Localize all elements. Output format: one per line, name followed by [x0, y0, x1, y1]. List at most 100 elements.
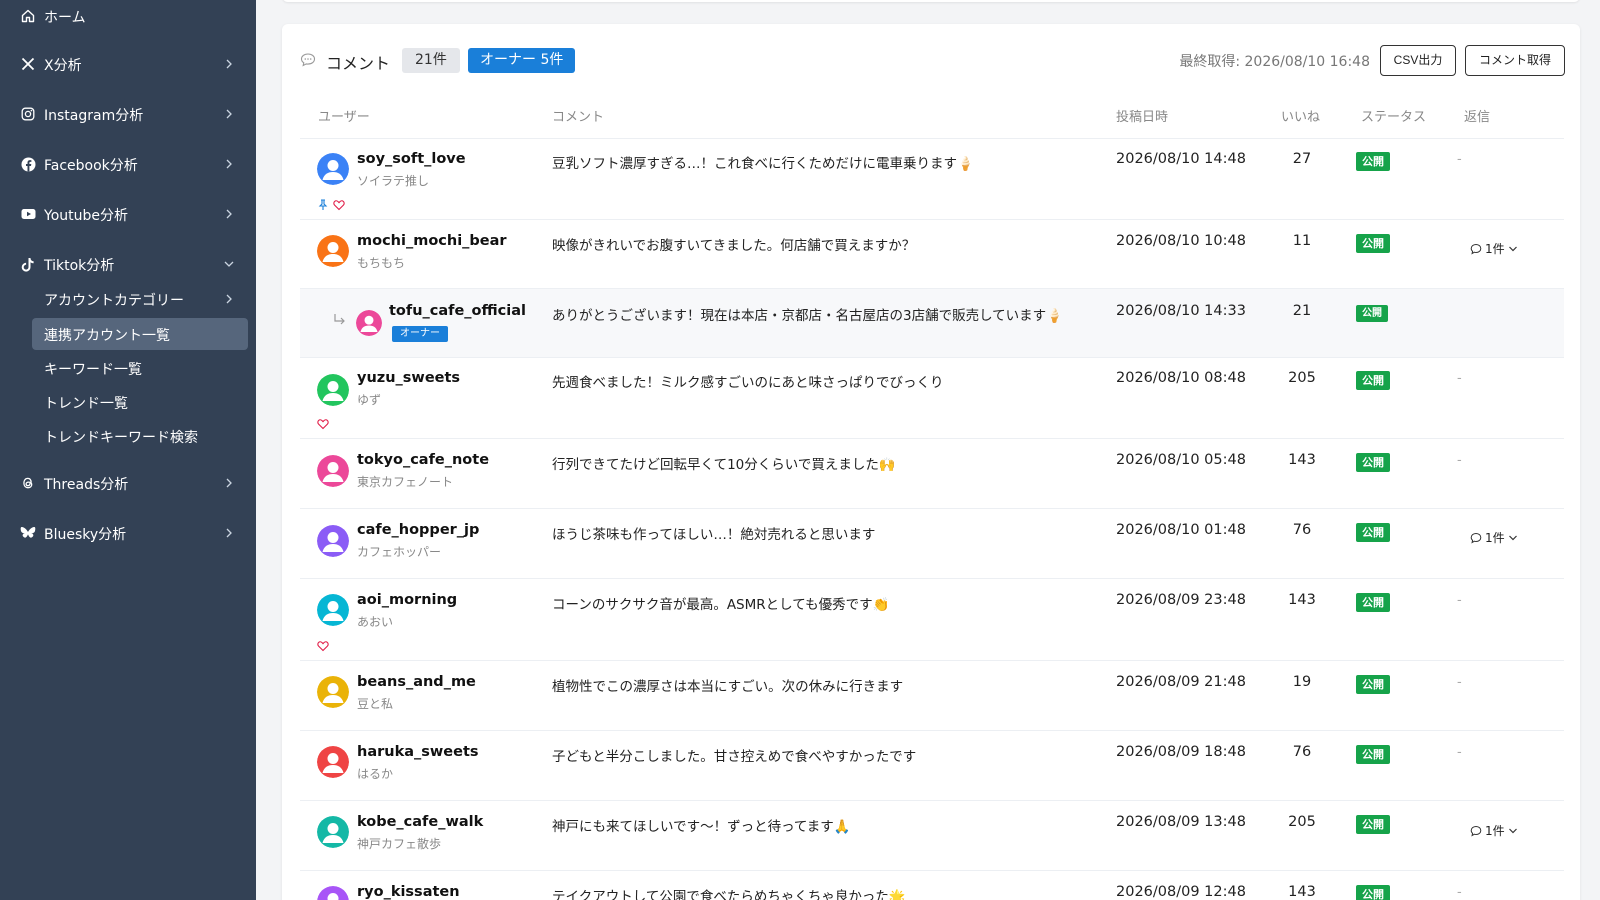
reply-toggle[interactable]: 1件: [1470, 529, 1518, 546]
status-badge: 公開: [1356, 305, 1388, 322]
owner-count-badge[interactable]: オーナー 5件: [468, 48, 576, 73]
sidebar-item-label: Threads分析: [44, 477, 129, 493]
sidebar-subitem-account-category[interactable]: アカウントカテゴリー: [32, 283, 248, 315]
heart-icon[interactable]: [317, 637, 329, 652]
comment-text: 先週食べました！ミルク感すごいのにあと味さっぱりでびっくり: [552, 375, 944, 391]
comment-text: ほうじ茶味も作ってほしい…！絶対売れると思います: [552, 527, 876, 543]
post-date: 2026/08/09 13:48: [1116, 814, 1246, 830]
threads-icon: [20, 475, 36, 491]
column-header-reply: 返信: [1464, 110, 1491, 125]
display-name: カフェホッパー: [357, 545, 442, 559]
sidebar-item-threads[interactable]: Threads分析: [0, 468, 256, 498]
sidebar-item-tiktok[interactable]: Tiktok分析: [0, 249, 256, 279]
row-divider: [300, 660, 1564, 661]
column-header-user: ユーザー: [318, 110, 370, 125]
username[interactable]: yuzu_sweets: [357, 370, 460, 386]
username[interactable]: mochi_mochi_bear: [357, 233, 507, 249]
reply-empty: -: [1457, 675, 1462, 690]
avatar: [317, 235, 349, 267]
fetch-comments-button[interactable]: コメント取得: [1465, 45, 1565, 76]
reply-arrow-icon: [332, 312, 348, 328]
username[interactable]: kobe_cafe_walk: [357, 814, 483, 830]
like-count: 11: [1292, 233, 1312, 249]
row-divider: [300, 219, 1564, 220]
avatar: [317, 746, 349, 778]
comment-text: 豆乳ソフト濃厚すぎる…！これ食べに行くためだけに電車乗ります🍦: [552, 156, 974, 172]
heart-icon[interactable]: [317, 415, 329, 430]
sidebar-item-label: Tiktok分析: [44, 258, 115, 274]
reply-empty: -: [1457, 453, 1462, 468]
username[interactable]: soy_soft_love: [357, 151, 466, 167]
sidebar-subitem-label: トレンド一覧: [44, 396, 128, 412]
user-avatar-icon: [317, 153, 349, 185]
display-name: 豆と私: [357, 697, 394, 711]
sidebar-item-label: Youtube分析: [44, 208, 128, 224]
like-count: 205: [1288, 814, 1316, 830]
comment-text: コーンのサクサク音が最高。ASMRとしても優秀です👏: [552, 597, 890, 613]
sidebar-subitem-linked-accounts[interactable]: 連携アカウント一覧: [32, 318, 248, 350]
post-date: 2026/08/10 10:48: [1116, 233, 1246, 249]
chevron-right-icon: [222, 156, 236, 172]
sidebar-item-youtube[interactable]: Youtube分析: [0, 199, 256, 229]
display-name: はるか: [357, 767, 394, 781]
avatar: [317, 676, 349, 708]
reply-bubble-icon: [1470, 532, 1482, 543]
sidebar-item-instagram[interactable]: Instagram分析: [0, 99, 256, 129]
reply-toggle[interactable]: 1件: [1470, 822, 1518, 839]
comment-text: 神戸にも来てほしいです〜！ずっと待ってます🙏: [552, 819, 851, 835]
sidebar-subitem-keywords[interactable]: キーワード一覧: [32, 352, 248, 384]
comment-text: 行列できてたけど回転早くて10分くらいで買えました🙌: [552, 457, 896, 473]
like-count: 143: [1288, 592, 1316, 608]
avatar: [317, 374, 349, 406]
username[interactable]: cafe_hopper_jp: [357, 522, 479, 538]
status-badge: 公開: [1356, 675, 1390, 694]
tiktok-icon: [20, 256, 36, 272]
like-count: 19: [1292, 674, 1312, 690]
like-count: 27: [1292, 151, 1312, 167]
sidebar-item-x[interactable]: X分析: [0, 49, 256, 79]
avatar: [356, 310, 382, 336]
sidebar-subitem-label: 連携アカウント一覧: [44, 328, 170, 344]
avatar: [317, 153, 349, 185]
youtube-icon: [20, 206, 36, 222]
csv-export-button[interactable]: CSV出力: [1380, 45, 1456, 76]
reply-count: 1件: [1485, 242, 1505, 256]
pin-icon[interactable]: [317, 196, 329, 210]
username[interactable]: tofu_cafe_official: [389, 303, 526, 319]
section-title: コメント: [326, 54, 391, 73]
status-badge: 公開: [1356, 815, 1390, 834]
username[interactable]: tokyo_cafe_note: [357, 452, 489, 468]
reply-bubble-icon: [1470, 243, 1482, 254]
display-name: あおい: [357, 615, 394, 629]
row-divider: [300, 138, 1564, 139]
sidebar-subitem-trend-keyword-search[interactable]: トレンドキーワード検索: [32, 420, 248, 452]
chevron-right-icon: [222, 291, 236, 307]
reply-toggle[interactable]: 1件: [1470, 240, 1518, 257]
heart-icon[interactable]: [333, 196, 345, 211]
username[interactable]: beans_and_me: [357, 674, 476, 690]
comment-text: 子どもと半分こしました。甘さ控えめで食べやすかったです: [552, 749, 917, 765]
status-badge: 公開: [1356, 593, 1390, 612]
comment-text: テイクアウトして公園で食べたらめちゃくちゃ良かった🌟: [552, 889, 906, 900]
instagram-icon: [20, 106, 36, 122]
username[interactable]: haruka_sweets: [357, 744, 479, 760]
sidebar-item-bluesky[interactable]: Bluesky分析: [0, 518, 256, 548]
like-count: 143: [1288, 452, 1316, 468]
username[interactable]: ryo_kissaten: [357, 884, 460, 900]
username[interactable]: aoi_morning: [357, 592, 457, 608]
user-avatar-icon: [317, 816, 349, 848]
top-card: [282, 0, 1580, 2]
sidebar: ホーム X分析 Instagram分析 Facebook分析 Youtube分析: [0, 0, 256, 900]
sidebar-subitem-trends[interactable]: トレンド一覧: [32, 386, 248, 418]
comment-text: 植物性でこの濃厚さは本当にすごい。次の休みに行きます: [552, 679, 904, 695]
sidebar-item-label: X分析: [44, 58, 82, 74]
sidebar-item-home[interactable]: ホーム: [0, 1, 256, 31]
row-divider: [300, 730, 1564, 731]
display-name: ソイラテ推し: [357, 174, 430, 188]
post-date: 2026/08/10 08:48: [1116, 370, 1246, 386]
sidebar-item-facebook[interactable]: Facebook分析: [0, 149, 256, 179]
status-badge: 公開: [1356, 234, 1390, 253]
comment-text: 映像がきれいでお腹すいてきました。何店舗で買えますか？: [552, 238, 916, 254]
row-divider: [300, 870, 1564, 871]
chevron-down-icon: [1508, 535, 1517, 540]
